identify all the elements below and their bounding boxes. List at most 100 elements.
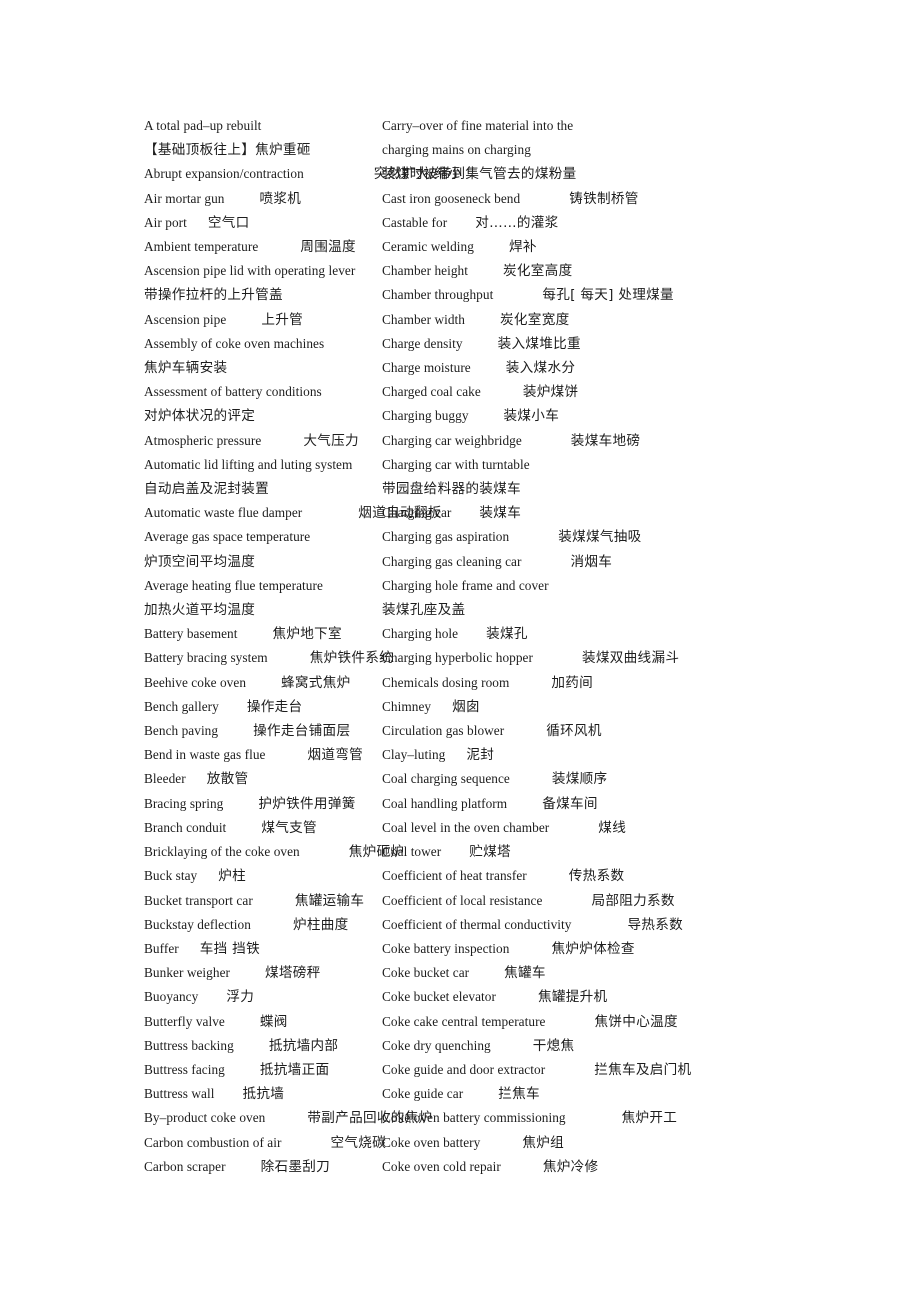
glossary-gap <box>230 961 265 985</box>
glossary-gap <box>509 671 551 695</box>
glossary-term-en: Coke dry quenching <box>382 1037 491 1053</box>
glossary-gap <box>219 695 247 719</box>
glossary-entry: Automatic waste flue damper 烟道自动翻板 <box>144 501 441 525</box>
glossary-term-en: Ascension pipe <box>144 311 227 327</box>
glossary-entry: Assessment of battery conditions <box>144 380 342 404</box>
glossary-entry: Buoyancy 浮力 <box>144 985 342 1009</box>
glossary-entry: Coefficient of heat transfer 传热系数 <box>382 864 920 888</box>
glossary-entry: Assembly of coke oven machines <box>144 332 342 356</box>
glossary-entry: Coke guide and door extractor 拦焦车及启门机 <box>382 1058 920 1082</box>
glossary-entry: Beehive coke oven 蜂窝式焦炉 <box>144 671 350 695</box>
glossary-term-en: Cast iron gooseneck bend <box>382 190 521 206</box>
glossary-term-en: Bleeder <box>144 771 186 787</box>
glossary-entry: Bend in waste gas flue 烟道弯管 <box>144 743 363 767</box>
glossary-term-en: Beehive coke oven <box>144 674 247 690</box>
glossary-gap <box>468 259 503 283</box>
glossary-term-zh: 焦饼中心温度 <box>594 1013 678 1030</box>
glossary-entry: Bricklaying of the coke oven 焦炉砸炉 <box>144 840 404 864</box>
glossary-entry: Charging buggy 装煤小车 <box>382 404 920 428</box>
glossary-term-zh: 焦炉冷修 <box>542 1158 599 1175</box>
glossary-term-en: Battery basement <box>144 626 238 642</box>
glossary-gap <box>253 889 295 913</box>
glossary-term-zh: 煤线 <box>598 819 627 836</box>
glossary-entry: Coefficient of local resistance 局部阻力系数 <box>382 889 920 913</box>
glossary-term-en: Bend in waste gas flue <box>144 747 266 763</box>
glossary-gap <box>533 646 582 670</box>
glossary-entry: Charging car 装煤车 <box>382 501 920 525</box>
glossary-term-en: Automatic lid lifting and luting system <box>144 456 353 472</box>
glossary-term-en: Buoyancy <box>144 989 199 1005</box>
glossary-term-zh: 拦焦车及启门机 <box>594 1061 692 1078</box>
glossary-entry: Bench gallery 操作走台 <box>144 695 342 719</box>
glossary-term-zh: 加药间 <box>551 674 594 691</box>
glossary-term-zh: 焦炉组 <box>522 1134 565 1151</box>
glossary-entry: Ambient temperature 周围温度 <box>144 235 356 259</box>
glossary-entry: Charge moisture 装入煤水分 <box>382 356 920 380</box>
glossary-gap <box>226 1155 261 1179</box>
glossary-term-en: Battery bracing system <box>144 650 268 666</box>
glossary-entry: Ceramic welding 焊补 <box>382 235 920 259</box>
glossary-term-en: Coke guide and door extractor <box>382 1061 546 1077</box>
glossary-gap <box>225 1058 260 1082</box>
glossary-term-zh: 装煤车 <box>479 505 522 522</box>
glossary-term-zh: 泥封 <box>466 747 495 764</box>
glossary-term-en: Chamber height <box>382 263 468 279</box>
glossary-term-en: Charged coal cake <box>382 384 481 400</box>
glossary-term-zh: 炭化室高度 <box>503 263 573 280</box>
glossary-entry: Charging hole 装煤孔 <box>382 622 920 646</box>
glossary-term-zh: 焦炉开工 <box>621 1110 678 1127</box>
glossary-column-right: Carry–over of fine material into the char… <box>342 114 920 1179</box>
glossary-term-zh: 蝶阀 <box>259 1013 288 1030</box>
glossary-gap <box>509 525 558 549</box>
glossary-gap <box>463 1082 498 1106</box>
glossary-term-zh: 炉柱曲度 <box>292 916 349 933</box>
glossary-entry: Buttress facing 抵抗墙正面 <box>144 1058 342 1082</box>
glossary-gap <box>463 332 498 356</box>
glossary-term-zh: 装煤顺序 <box>551 771 608 788</box>
glossary-term-en: Average heating flue temperature <box>144 577 323 593</box>
glossary-gap <box>186 767 207 791</box>
glossary-gap <box>504 719 546 743</box>
glossary-term-zh: 每孔[ 每天] 处理煤量 <box>542 287 674 304</box>
glossary-gap <box>527 864 569 888</box>
glossary-entry: Air mortar gun 喷浆机 <box>144 187 342 211</box>
glossary-term-zh: 消烟车 <box>570 553 613 570</box>
glossary-term-en: Branch conduit <box>144 819 227 835</box>
glossary-term-en: Bricklaying of the coke oven <box>144 844 300 860</box>
glossary-gap <box>187 211 208 235</box>
glossary-term-en: Coal tower <box>382 844 442 860</box>
glossary-entry: Charging gas aspiration 装煤煤气抽吸 <box>382 525 920 549</box>
glossary-term-zh: 干熄焦 <box>532 1037 575 1054</box>
glossary-term-en: Automatic waste flue damper <box>144 505 303 521</box>
glossary-term-zh: 对炉体状况的评定 <box>144 408 256 425</box>
glossary-term-zh: 放散管 <box>206 771 249 788</box>
glossary-term-zh: 焦罐提升机 <box>537 989 608 1006</box>
glossary-term-zh: 对……的灌浆 <box>475 214 559 231</box>
glossary-term-en: Chamber throughput <box>382 287 494 303</box>
glossary-entry: Average gas space temperature <box>144 525 342 549</box>
glossary-entry: Ascension pipe lid with operating lever <box>144 259 355 283</box>
glossary-entry: Buffer 车挡 挡铁 <box>144 937 342 961</box>
glossary-entry: Coefficient of thermal conductivity 导热系数 <box>382 913 920 937</box>
glossary-gap <box>545 1058 594 1082</box>
glossary-term-zh: 炉柱 <box>218 868 247 885</box>
glossary-term-zh: 备煤车间 <box>542 795 598 812</box>
glossary-gap <box>481 380 523 404</box>
glossary-gap <box>246 671 281 695</box>
glossary-term-zh: 蜂窝式焦炉 <box>281 674 351 691</box>
glossary-gap <box>507 792 542 816</box>
glossary-gap <box>268 646 310 670</box>
glossary-gap <box>474 235 509 259</box>
glossary-gap <box>179 937 200 961</box>
glossary-term-en: Air mortar gun <box>144 190 225 206</box>
glossary-term-zh: 加热火道平均温度 <box>144 602 256 619</box>
glossary-entry: Chamber throughput 每孔[ 每天] 处理煤量 <box>382 283 920 307</box>
glossary-term-zh: 带操作拉杆的上升管盖 <box>144 287 283 304</box>
glossary-gap <box>237 622 272 646</box>
glossary-entry: 焦炉车辆安装 <box>144 356 342 380</box>
glossary-entry: 装煤孔座及盖 <box>382 598 920 622</box>
glossary-term-zh: 导热系数 <box>627 916 684 933</box>
glossary-term-en: Bracing spring <box>144 795 224 811</box>
glossary-entry: Charge density 装入煤堆比重 <box>382 332 920 356</box>
glossary-gap <box>198 985 226 1009</box>
